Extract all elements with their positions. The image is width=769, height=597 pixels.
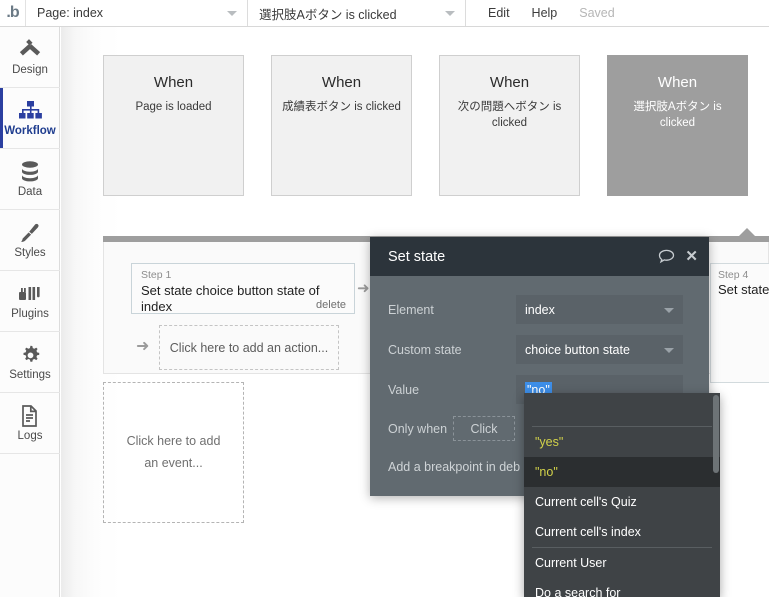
sidebar-item-label: Logs	[17, 430, 43, 443]
left-sidebar: Design Workflow Data Styles Plugins Sett…	[0, 27, 60, 597]
element-select-value: index	[525, 302, 555, 317]
step-number: Step 1	[141, 269, 172, 281]
menu-item-help[interactable]: Help	[521, 6, 569, 20]
event-when-label: When	[321, 74, 362, 91]
chevron-down-icon	[227, 11, 237, 16]
document-lines-icon	[20, 403, 40, 429]
save-status: Saved	[579, 6, 615, 20]
add-event-placeholder[interactable]: Click here to add an event...	[103, 382, 244, 523]
event-card[interactable]: When 成績表ボタン is clicked	[271, 55, 412, 196]
field-label: Value	[388, 382, 420, 397]
dialog-title: Set state	[388, 248, 446, 265]
dropdown-option-label: Current cell's index	[535, 525, 641, 539]
dropdown-option-do-a-search-for[interactable]: Do a search for	[524, 578, 720, 597]
plugins-icon	[18, 281, 43, 307]
bubble-logo[interactable]: .b	[0, 0, 26, 26]
step-card-1[interactable]: Step 1 Set state choice button state of …	[131, 263, 355, 314]
sidebar-item-styles[interactable]: Styles	[0, 210, 60, 271]
dropdown-scrollbar[interactable]	[713, 395, 719, 473]
chevron-down-icon	[664, 347, 674, 353]
event-cards-row: When Page is loaded When 成績表ボタン is click…	[103, 55, 748, 196]
element-select[interactable]: index	[516, 295, 683, 324]
dropdown-option-current-cells-quiz[interactable]: Current cell's Quiz	[524, 487, 720, 517]
event-description: 選択肢Aボタン is clicked	[633, 100, 722, 130]
add-action-label: Click here to add an action...	[169, 340, 329, 355]
field-row-custom-state: Custom state choice button state	[370, 335, 709, 364]
arrow-right-icon: ➜	[136, 338, 150, 355]
dropdown-option-yes[interactable]: "yes"	[524, 427, 720, 457]
arrow-right-icon: ➜	[357, 280, 370, 297]
sidebar-item-label: Settings	[9, 369, 51, 382]
bubble-editor-window: .b Page: index 選択肢Aボタン is clicked Edit H…	[0, 0, 769, 597]
close-x-icon[interactable]: ✕	[685, 249, 698, 264]
top-toolbar: .b Page: index 選択肢Aボタン is clicked Edit H…	[0, 0, 769, 27]
event-when-label: When	[489, 74, 530, 91]
workflow-hierarchy-icon	[18, 98, 43, 124]
event-when-label: When	[657, 74, 698, 91]
step-delete-link[interactable]: delete	[316, 299, 346, 311]
value-options-dropdown: "yes" "no" Current cell's Quiz Current c…	[524, 393, 720, 597]
dropdown-option-label: Current cell's Quiz	[535, 495, 637, 509]
page-selector-label: Page: index	[37, 6, 104, 20]
field-label: Custom state	[388, 342, 462, 357]
dropdown-option-label: "yes"	[535, 435, 564, 449]
dropdown-header-space	[524, 393, 720, 426]
sidebar-item-label: Plugins	[11, 308, 49, 321]
add-breakpoint-label: Add a breakpoint in deb	[388, 460, 521, 474]
gear-icon	[19, 342, 42, 368]
page-selector[interactable]: Page: index	[26, 0, 248, 26]
sidebar-item-logs[interactable]: Logs	[0, 393, 60, 454]
sidebar-item-data[interactable]: Data	[0, 149, 60, 210]
only-when-click-placeholder[interactable]: Click	[453, 416, 515, 441]
database-icon	[19, 159, 41, 185]
sidebar-item-label: Workflow	[4, 125, 56, 138]
field-row-element: Element index	[370, 295, 709, 324]
step-title: Set state P	[718, 281, 769, 297]
speech-bubble-icon[interactable]	[658, 249, 675, 264]
dropdown-option-label: Current User	[535, 556, 607, 570]
dialog-header: Set state ✕	[370, 237, 709, 276]
sidebar-item-label: Data	[17, 186, 43, 199]
design-tools-icon	[18, 37, 42, 63]
menu-bar: Edit Help Saved	[466, 0, 626, 26]
menu-item-edit[interactable]: Edit	[477, 6, 521, 20]
dropdown-option-current-user[interactable]: Current User	[524, 548, 720, 578]
dropdown-option-current-cells-index[interactable]: Current cell's index	[524, 517, 720, 547]
paintbrush-icon	[18, 220, 42, 246]
sidebar-item-workflow[interactable]: Workflow	[0, 88, 60, 149]
event-card[interactable]: When Page is loaded	[103, 55, 244, 196]
add-action-placeholder[interactable]: Click here to add an action...	[159, 325, 339, 370]
sidebar-item-label: Design	[12, 64, 48, 77]
custom-state-select-value: choice button state	[525, 342, 630, 357]
custom-state-select[interactable]: choice button state	[516, 335, 683, 364]
sidebar-item-settings[interactable]: Settings	[0, 332, 60, 393]
add-event-label: Click here to add an event...	[126, 434, 221, 470]
bubble-logo-icon: .b	[6, 4, 19, 21]
dialog-header-actions: ✕	[658, 237, 698, 276]
event-selector-label: 選択肢Aボタン is clicked	[259, 7, 397, 22]
event-when-label: When	[153, 74, 194, 91]
step-card-4[interactable]: Step 4 Set state P	[710, 263, 769, 383]
event-card[interactable]: When 次の問題へボタン is clicked	[439, 55, 580, 196]
event-description: 次の問題へボタン is clicked	[457, 100, 562, 130]
chevron-down-icon	[664, 307, 674, 313]
dropdown-option-label: "no"	[535, 465, 558, 479]
chevron-down-icon	[445, 11, 455, 16]
event-selector[interactable]: 選択肢Aボタン is clicked	[248, 0, 466, 26]
event-card-selected[interactable]: When 選択肢Aボタン is clicked	[607, 55, 748, 196]
event-description: Page is loaded	[135, 100, 212, 113]
sidebar-item-label: Styles	[14, 247, 46, 260]
event-description: 成績表ボタン is clicked	[282, 100, 401, 113]
sidebar-item-plugins[interactable]: Plugins	[0, 271, 60, 332]
sidebar-item-design[interactable]: Design	[0, 27, 60, 88]
dropdown-option-no[interactable]: "no"	[524, 457, 720, 487]
field-label: Element	[388, 302, 434, 317]
step-number: Step 4	[718, 269, 749, 281]
dropdown-option-label: Do a search for	[535, 586, 621, 597]
field-label: Only when	[388, 421, 448, 436]
only-when-placeholder-label: Click	[470, 421, 498, 436]
